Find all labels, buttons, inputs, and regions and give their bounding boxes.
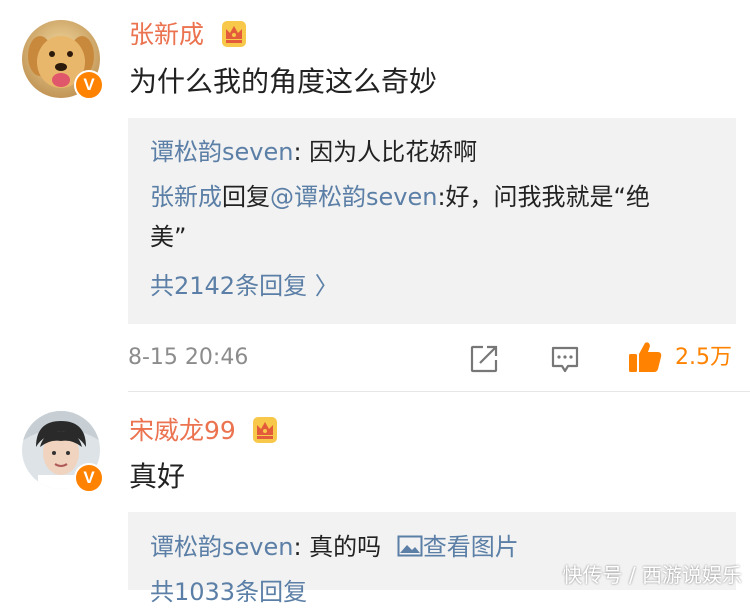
like-count: 2.5万	[675, 345, 732, 370]
thumbs-up-icon[interactable]	[627, 340, 663, 374]
crown-icon	[253, 417, 277, 443]
reply-action: 回复	[222, 183, 270, 211]
reply-text: 因为人比花娇啊	[309, 138, 478, 166]
timestamp: 8-15 20:46	[128, 345, 249, 370]
watermark: 快传号 / 西游说娱乐	[562, 563, 742, 587]
share-icon[interactable]	[469, 344, 499, 374]
reply-box[interactable]: 谭松韵seven: 因为人比花娇啊 张新成回复@谭松韵seven:好，问我我就是…	[128, 118, 736, 324]
image-icon	[397, 535, 423, 557]
view-image-label: 查看图片	[422, 533, 519, 561]
reply-separator: :	[293, 533, 310, 561]
mention-link[interactable]: @谭松韵seven	[270, 183, 437, 211]
username[interactable]: 张新成	[129, 20, 204, 50]
more-replies-link[interactable]: 共1033条回复	[150, 576, 307, 608]
crown-icon	[222, 21, 246, 47]
verified-badge-icon: V	[74, 463, 104, 493]
view-image-link[interactable]: 查看图片	[397, 533, 519, 561]
reply-item: 谭松韵seven: 真的吗 查看图片	[150, 530, 712, 564]
comment-text: 真好	[129, 460, 186, 493]
verified-badge-icon: V	[74, 70, 104, 100]
reply-author-link[interactable]: 张新成	[150, 183, 222, 211]
reply-text: 真的吗	[309, 533, 382, 561]
reply-text-continued: 美”	[150, 223, 187, 251]
divider	[128, 391, 750, 392]
reply-item: 张新成回复@谭松韵seven:好，问我我就是“绝	[150, 180, 712, 214]
comment-text: 为什么我的角度这么奇妙	[129, 65, 438, 98]
reply-text: :好，问我我就是“绝	[437, 183, 650, 211]
reply-author-link[interactable]: 谭松韵seven	[150, 533, 293, 561]
comment-icon[interactable]	[550, 344, 580, 374]
username[interactable]: 宋威龙99	[129, 416, 236, 446]
more-replies-link[interactable]: 共2142条回复 〉	[150, 270, 339, 302]
reply-item: 谭松韵seven: 因为人比花娇啊	[150, 135, 712, 169]
reply-separator: :	[293, 138, 310, 166]
reply-author-link[interactable]: 谭松韵seven	[150, 138, 293, 166]
